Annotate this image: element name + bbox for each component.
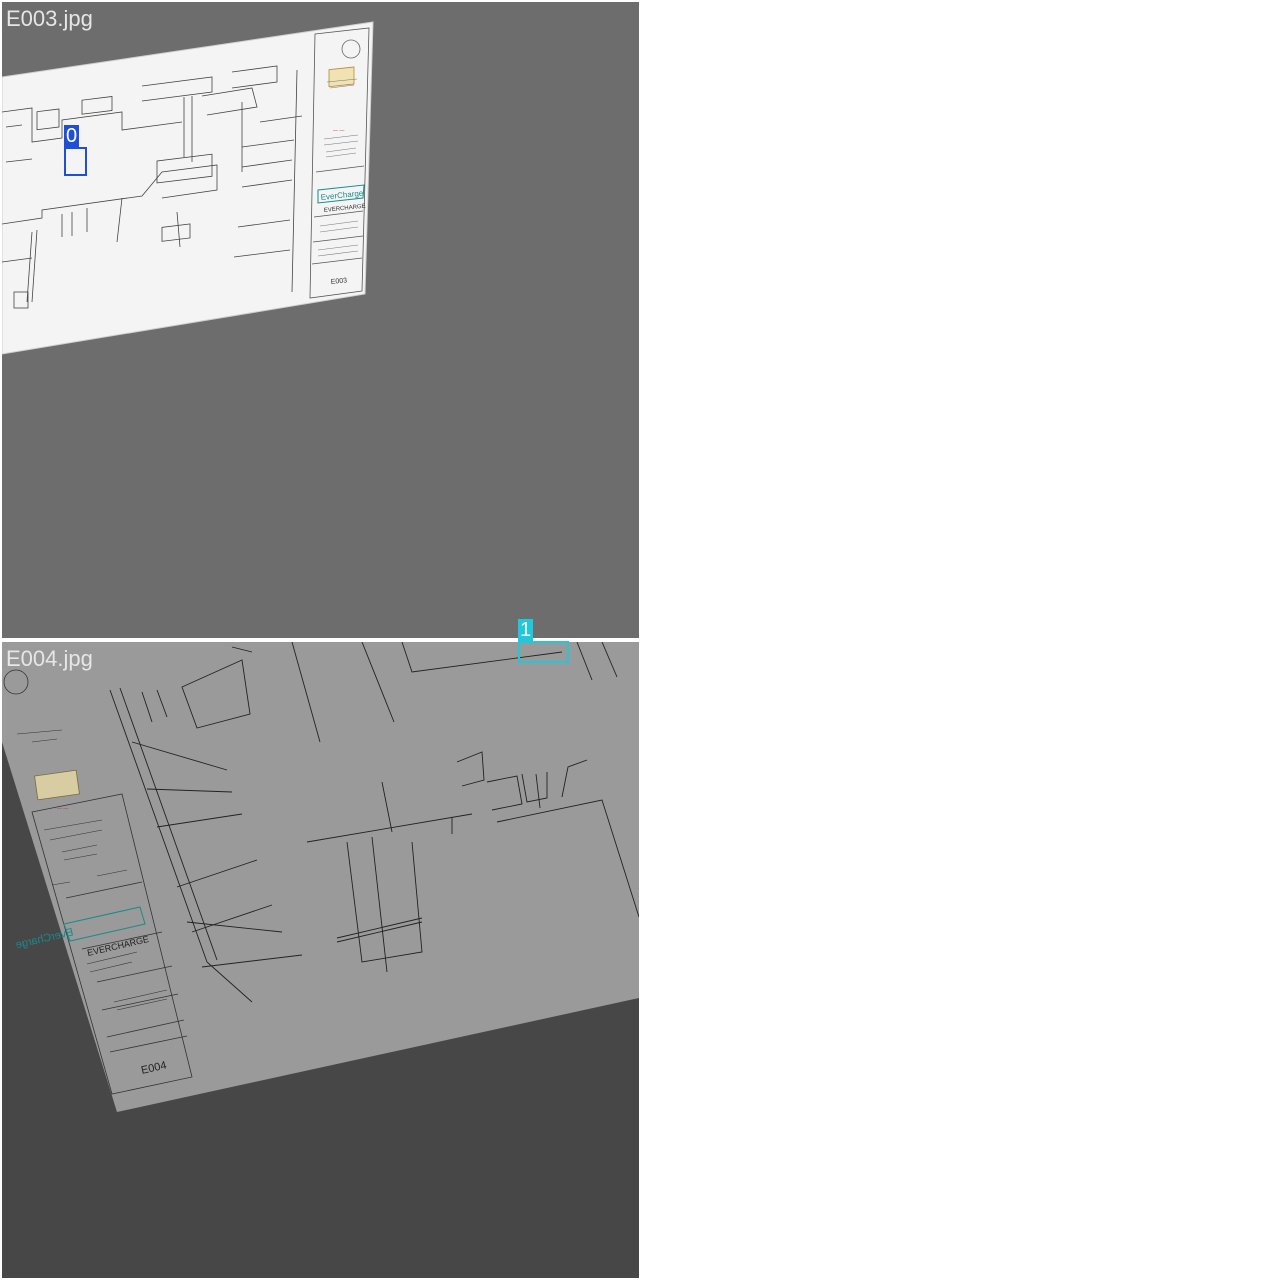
image-panel-top: E003.jpg — — EverCharge EVERCHARGE E003 <box>2 2 639 638</box>
detection-box-1[interactable] <box>518 641 569 663</box>
brand-logo-text: EverCharge <box>15 926 75 951</box>
detection-label-1: 1 <box>518 619 534 641</box>
svg-text:— —: — — <box>57 806 68 812</box>
filename-label: E003.jpg <box>6 6 93 31</box>
image-panel-bottom: E004.jpg — — EverCharge EVERCHARGE E004 <box>2 642 639 1278</box>
drawing-sheet-e004: — — EverCharge EVERCHARGE E004 <box>2 642 639 1112</box>
drawing-sheet-e003: — — EverCharge EVERCHARGE E003 <box>2 21 374 355</box>
detection-box-0[interactable] <box>64 147 87 176</box>
detection-label-0: 0 <box>64 125 80 147</box>
filename-label: E004.jpg <box>6 646 93 671</box>
svg-text:— —: — — <box>333 128 344 134</box>
